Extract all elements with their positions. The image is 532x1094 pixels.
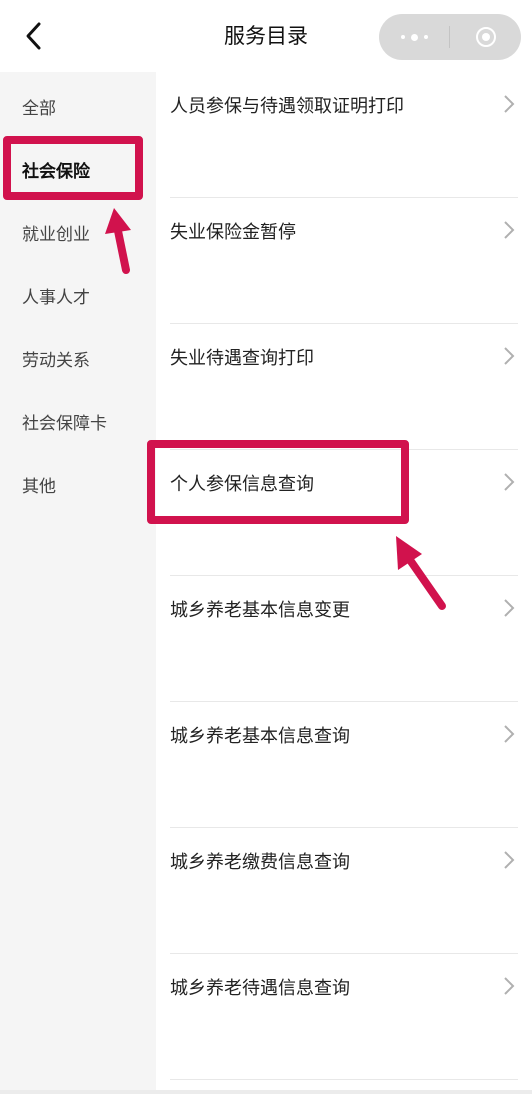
service-item-label: 失业保险金暂停 [170, 222, 296, 243]
chevron-right-icon [504, 725, 515, 743]
sidebar-item-social-security-card[interactable]: 社会保障卡 [22, 409, 107, 434]
chevron-right-icon [504, 851, 515, 869]
service-item-personal-insurance-query[interactable]: 个人参保信息查询 [156, 450, 532, 576]
chevron-right-icon [504, 473, 515, 491]
more-dots-icon-center [410, 33, 418, 41]
service-item-label: 人员参保与待遇领取证明打印 [170, 96, 404, 117]
sidebar-item-social-insurance[interactable]: 社会保险 [22, 157, 90, 182]
service-item-label: 城乡养老待遇信息查询 [170, 978, 350, 999]
row-divider [170, 1079, 518, 1080]
close-miniprogram-button[interactable] [450, 14, 521, 60]
chevron-right-icon [504, 977, 515, 995]
miniprogram-capsule [379, 14, 521, 60]
sidebar-item-other[interactable]: 其他 [22, 472, 56, 497]
category-sidebar: 全部 社会保险 就业创业 人事人才 劳动关系 社会保障卡 其他 [0, 72, 156, 1090]
service-list: 人员参保与待遇领取证明打印 失业保险金暂停 失业待遇查询打印 个人参保信息查询 … [156, 72, 532, 1090]
navigation-bar: 服务目录 [0, 0, 532, 72]
chevron-right-icon [504, 221, 515, 239]
chevron-right-icon [504, 347, 515, 365]
service-item[interactable]: 城乡养老缴费信息查询 [156, 828, 532, 954]
more-dots-icon [400, 35, 405, 39]
target-close-icon [475, 27, 496, 47]
sidebar-item-all[interactable]: 全部 [22, 94, 56, 119]
service-item-label: 城乡养老缴费信息查询 [170, 852, 350, 873]
bottom-strip [0, 1090, 532, 1094]
more-menu-button[interactable] [379, 14, 449, 60]
service-item-label: 城乡养老基本信息查询 [170, 726, 350, 747]
chevron-right-icon [504, 599, 515, 617]
service-item[interactable]: 人员参保与待遇领取证明打印 [156, 72, 532, 198]
service-item-label: 失业待遇查询打印 [170, 348, 314, 369]
sidebar-item-labor-relations[interactable]: 劳动关系 [22, 346, 90, 371]
service-item[interactable]: 城乡养老基本信息查询 [156, 702, 532, 828]
more-dots-icon-right [423, 35, 428, 39]
chevron-right-icon [504, 95, 515, 113]
service-item[interactable]: 失业保险金暂停 [156, 198, 532, 324]
service-item-label: 个人参保信息查询 [170, 474, 314, 495]
service-item[interactable]: 失业待遇查询打印 [156, 324, 532, 450]
sidebar-item-employment[interactable]: 就业创业 [22, 220, 90, 245]
service-item[interactable]: 城乡养老基本信息变更 [156, 576, 532, 702]
sidebar-item-personnel[interactable]: 人事人才 [22, 283, 90, 308]
service-item-label: 城乡养老基本信息变更 [170, 600, 350, 621]
service-item[interactable]: 城乡养老待遇信息查询 [156, 954, 532, 1080]
